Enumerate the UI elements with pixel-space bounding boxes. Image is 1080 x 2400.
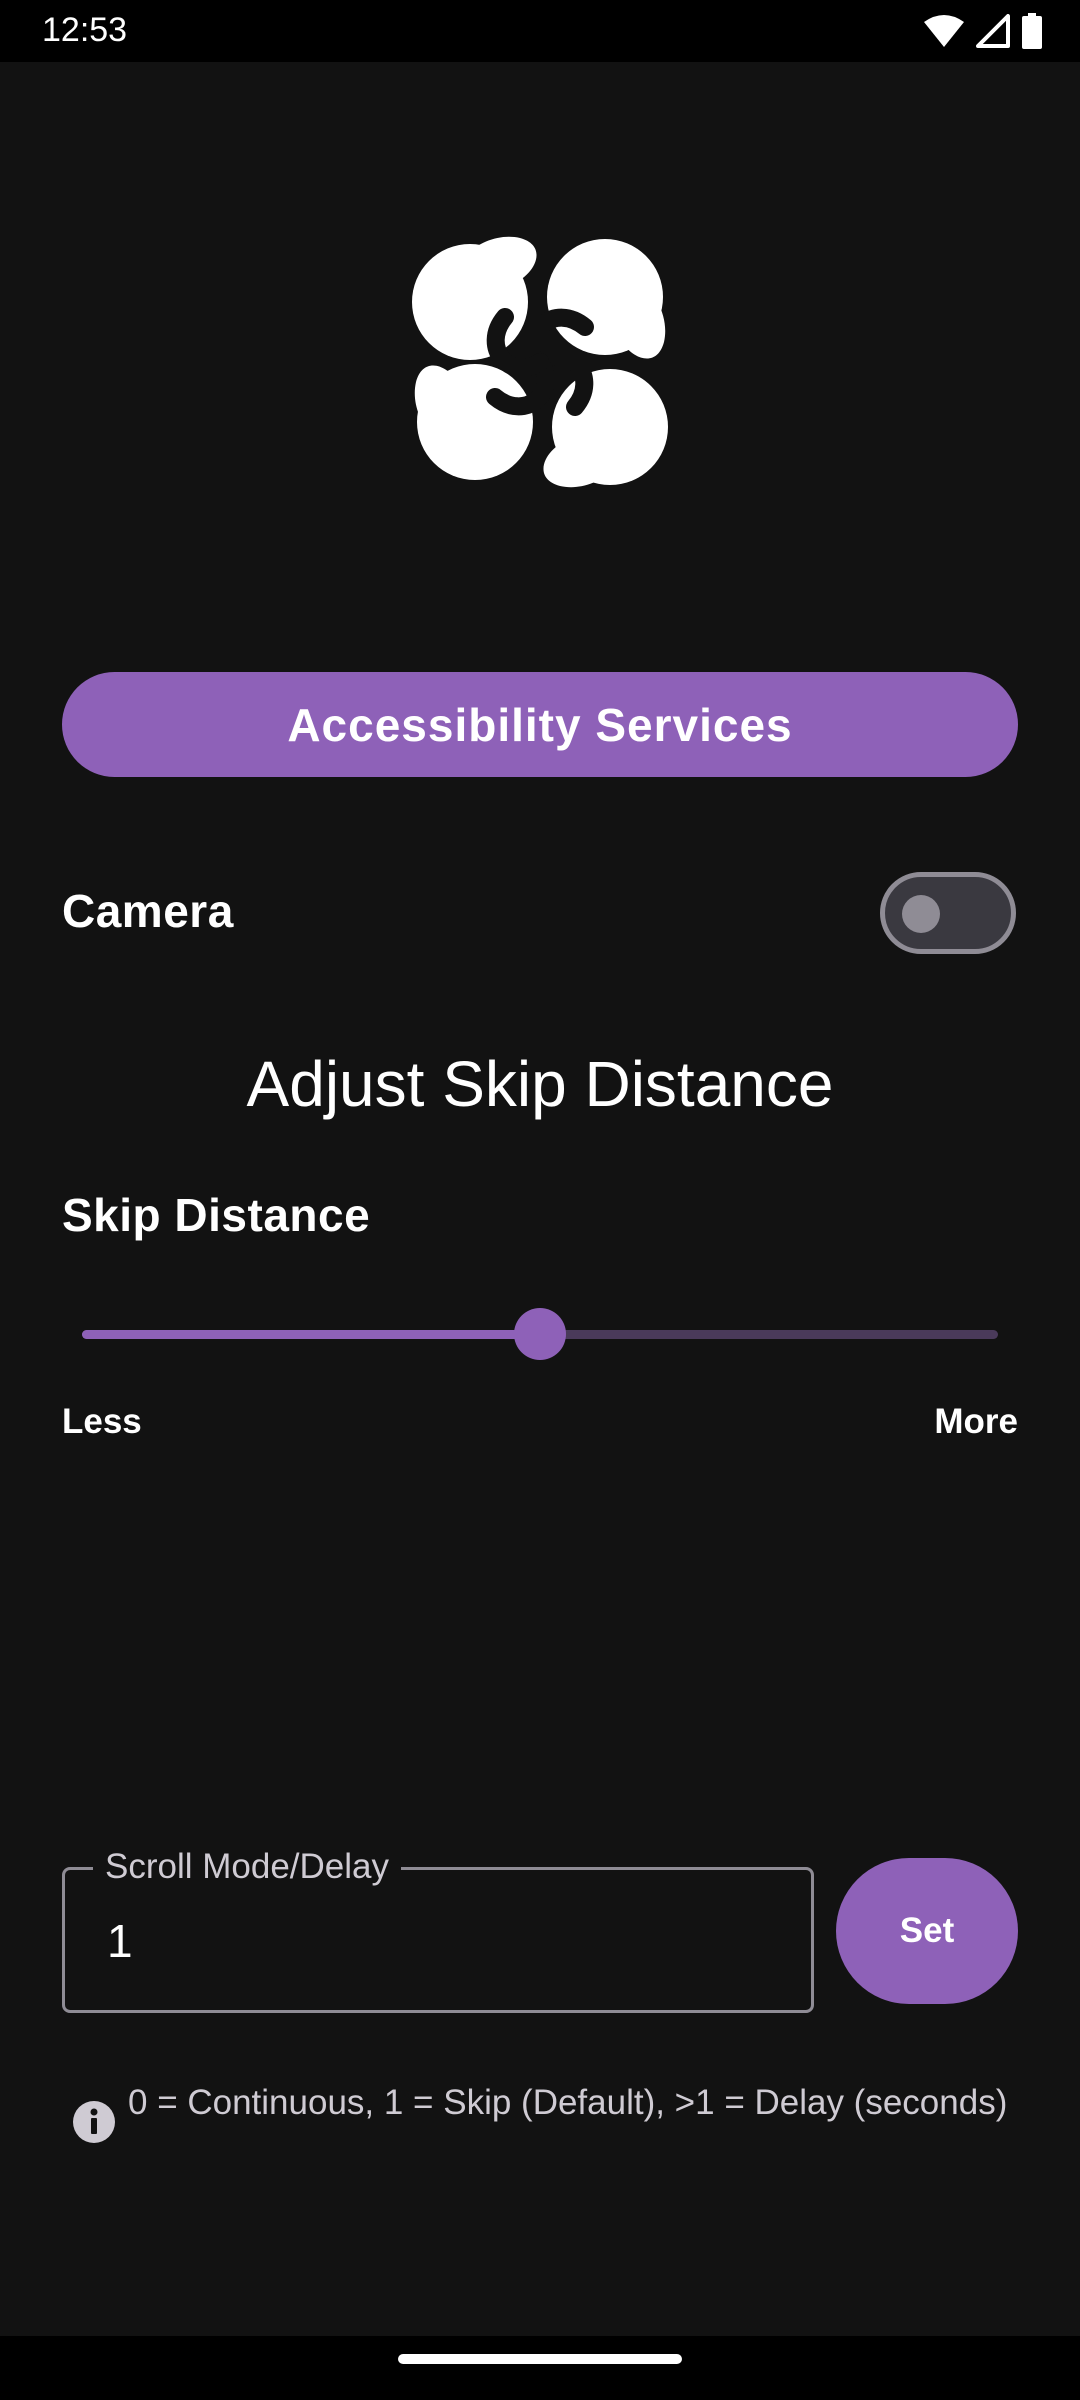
cellular-signal-icon [976, 14, 1010, 48]
camera-toggle[interactable] [880, 872, 1016, 954]
camera-label: Camera [62, 885, 234, 937]
skip-distance-label: Skip Distance [62, 1189, 371, 1241]
info-text: 0 = Continuous, 1 = Skip (Default), >1 =… [128, 2083, 1008, 2122]
battery-icon [1022, 13, 1042, 49]
slider-fill [82, 1330, 540, 1339]
slider-min-label: Less [62, 1402, 142, 1441]
scroll-mode-delay-label: Scroll Mode/Delay [93, 1844, 401, 1890]
camera-toggle-thumb [902, 895, 940, 933]
skip-distance-slider[interactable] [82, 1304, 998, 1364]
pinwheel-logo-icon [412, 236, 668, 488]
navigation-bar [0, 2336, 1080, 2400]
scroll-mode-delay-field[interactable]: Scroll Mode/Delay 1 [62, 1844, 814, 2013]
status-time: 12:53 [42, 11, 128, 49]
status-icons [924, 12, 1042, 50]
slider-thumb[interactable] [514, 1308, 566, 1360]
accessibility-services-button[interactable]: Accessibility Services [62, 672, 1018, 777]
home-gesture-handle[interactable] [398, 2354, 682, 2364]
wifi-icon [924, 15, 964, 47]
set-button[interactable]: Set [836, 1858, 1018, 2004]
section-title: Adjust Skip Distance [246, 1048, 834, 1120]
info-icon [73, 2101, 115, 2143]
slider-max-label: More [934, 1402, 1018, 1441]
status-bar: 12:53 [0, 0, 1080, 62]
scroll-mode-delay-input[interactable]: 1 [107, 1914, 133, 1968]
